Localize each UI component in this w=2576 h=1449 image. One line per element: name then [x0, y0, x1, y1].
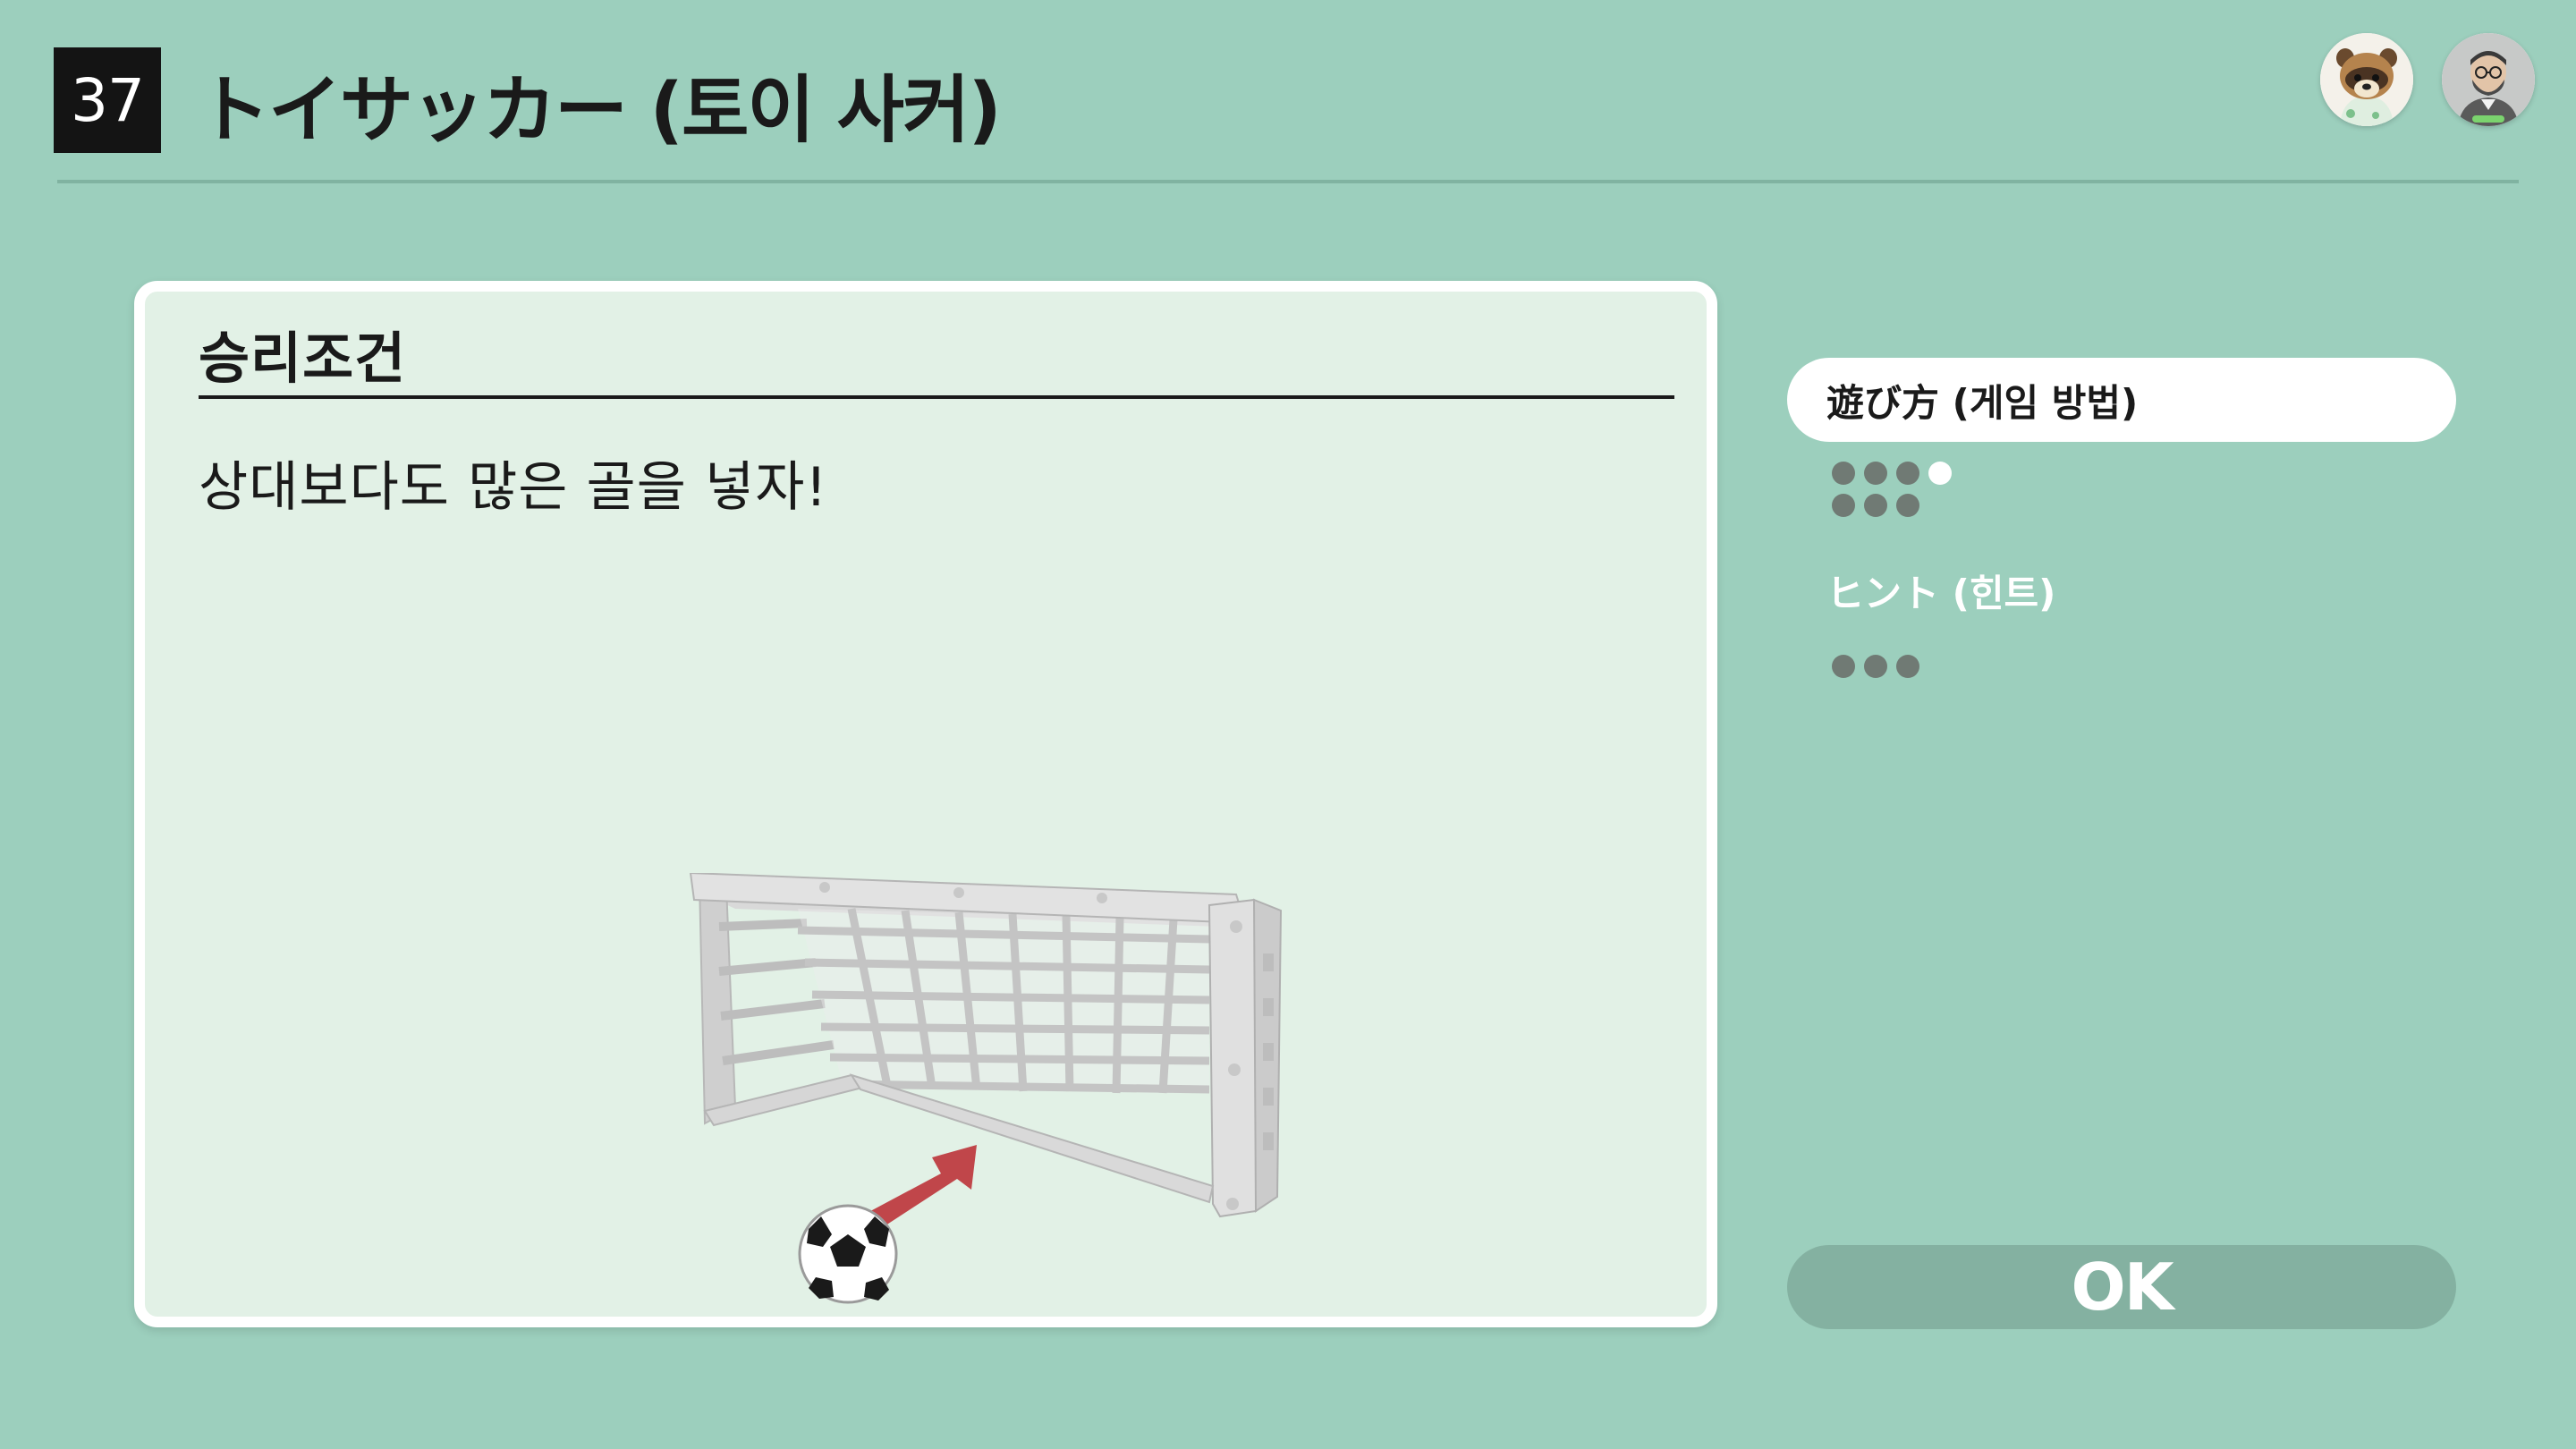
- page-dot: [1832, 494, 1855, 517]
- heading-underline: [199, 395, 1674, 399]
- player-avatar-man: [2442, 33, 2535, 126]
- how-to-play-button[interactable]: 遊び方 (게임 방법): [1787, 358, 2456, 442]
- page-dot: [1896, 494, 1919, 517]
- page-dot: [1864, 655, 1887, 678]
- header-divider: [57, 180, 2519, 183]
- page-indicator-dots: [1832, 494, 1919, 517]
- page-dot: [1864, 494, 1887, 517]
- soccer-goal-illustration: [689, 873, 1283, 1304]
- page-dot: [1864, 462, 1887, 485]
- ok-button[interactable]: OK: [1787, 1245, 2456, 1329]
- page-indicator-dots: [1832, 462, 1952, 485]
- game-number-badge: 37: [54, 47, 161, 153]
- game-instructions-screen: 37 トイサッカー (토이 사커) 승리조건 상대보다도 많은 골을 넣자! 遊…: [0, 0, 2576, 1449]
- hint-indicator-dots: [1832, 655, 1919, 678]
- raccoon-avatar-icon: [2320, 33, 2413, 126]
- soccer-ball: [798, 1204, 898, 1304]
- man-avatar-icon: [2442, 33, 2535, 126]
- page-dot: [1896, 655, 1919, 678]
- victory-condition-text: 상대보다도 많은 골을 넣자!: [199, 456, 828, 519]
- page-dot: [1832, 462, 1855, 485]
- page-dot: [1896, 462, 1919, 485]
- page-dot: [1832, 655, 1855, 678]
- player-avatar-raccoon: [2320, 33, 2413, 126]
- hint-button[interactable]: ヒント (힌트): [1826, 564, 2055, 618]
- current-page-dot: [1928, 462, 1952, 485]
- victory-condition-heading: 승리조건: [199, 326, 407, 391]
- game-title: トイサッカー (토이 사커): [197, 67, 1002, 153]
- victory-condition-card: 승리조건 상대보다도 많은 골을 넣자!: [134, 281, 1717, 1327]
